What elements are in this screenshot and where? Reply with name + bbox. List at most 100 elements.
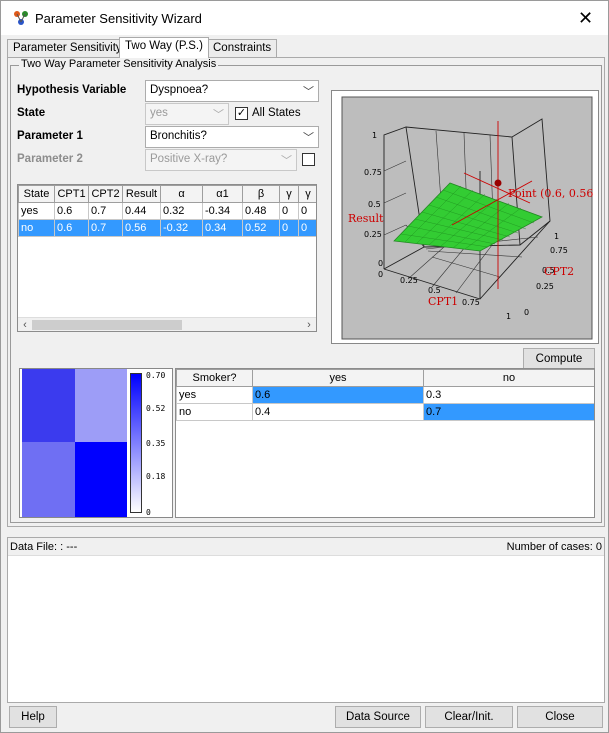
table-row-selected[interactable]: no 0.6 0.7 0.56 -0.32 0.34 0.52 0 0 [18,219,316,237]
table-cell[interactable]: 0.34 [202,219,243,237]
table-cell[interactable]: 0 [279,202,299,220]
chevron-down-icon: ﹀ [303,132,314,144]
column-header[interactable]: β [242,185,280,203]
table-row[interactable]: yes 0.6 0.7 0.44 0.32 -0.34 0.48 0 0 [18,202,316,220]
scroll-thumb[interactable] [32,320,182,330]
tab-constraints[interactable]: Constraints [207,39,278,57]
table-cell[interactable]: 0 [279,219,299,237]
scale-tick: 0.70 [146,371,165,380]
z-tick: 0.5 [368,200,381,209]
parameter2-label: Parameter 2 [17,153,83,165]
column-header[interactable]: CPT2 [88,185,123,203]
hypothesis-select[interactable]: Dyspnoea? ﹀ [145,80,319,102]
chevron-down-icon: ﹀ [303,86,314,98]
z-tick: 0.25 [364,230,382,239]
data-file-panel: Data File: : --- Number of cases: 0 [7,537,605,703]
table-cell[interactable]: 0.44 [122,202,161,220]
table-cell[interactable]: 0.4 [252,403,424,421]
hypothesis-label: Hypothesis Variable [17,84,127,96]
heatmap-cell [22,369,75,442]
horizontal-scrollbar[interactable]: ‹ › [18,317,316,331]
column-header[interactable]: Smoker? [176,369,253,387]
column-header[interactable]: γ [298,185,316,203]
scroll-left-icon[interactable]: ‹ [18,318,32,331]
table-row[interactable]: no 0.4 0.7 [176,403,594,421]
state-label: State [17,107,46,119]
tab-two-way[interactable]: Two Way (P.S.) [119,37,209,58]
scale-tick: 0 [146,508,151,517]
group-title: Two Way Parameter Sensitivity Analysis [19,58,219,70]
all-states-label: All States [252,107,301,119]
table-cell[interactable]: 0.7 [88,202,123,220]
close-icon[interactable]: ✕ [563,1,608,35]
clear-init-button[interactable]: Clear/Init. [425,706,513,728]
table-cell[interactable]: 0.6 [54,202,89,220]
row-header: yes [176,386,253,404]
x-tick: 0.75 [462,298,480,307]
column-header[interactable]: Result [122,185,161,203]
z-tick: 0.75 [364,168,382,177]
scale-tick: 0.52 [146,404,165,413]
data-source-button[interactable]: Data Source [335,706,421,728]
app-icon [14,11,28,25]
z-tick: 0 [378,259,383,268]
analysis-group: Two Way Parameter Sensitivity Analysis H… [10,58,602,523]
surface-plot-svg: 1 0.75 0.5 0.25 0 0 0.25 0.5 0.75 1 0 0.… [341,96,593,340]
all-states-checkbox[interactable]: ✓ [235,107,248,120]
selected-point-marker [494,179,502,187]
compute-button[interactable]: Compute [523,348,595,370]
cpt-heatmap: 0.70 0.52 0.35 0.18 0 [19,368,173,518]
table-cell[interactable]: 0.32 [160,202,203,220]
title-bar: Parameter Sensitivity Wizard ✕ [1,1,608,35]
parameter2-select[interactable]: Positive X-ray? ﹀ [145,149,297,171]
heatmap-cell [75,442,127,517]
table-cell[interactable]: no [18,219,55,237]
x-tick: 0.25 [400,276,418,285]
x-axis-label: CPT1 [428,295,458,308]
y-tick: 0.75 [550,246,568,255]
x-tick: 0.5 [428,286,441,295]
z-axis-label: Result [348,212,384,225]
parameter2-checkbox[interactable] [302,153,315,166]
table-row[interactable]: yes 0.6 0.3 [176,386,594,404]
table-cell[interactable]: 0.6 [54,219,89,237]
color-scale-bar [130,373,142,513]
results-header-row: State CPT1 CPT2 Result α α1 β γ γ [18,185,316,203]
cases-count-label: Number of cases: 0 [506,541,602,553]
x-tick: 0 [378,270,383,279]
wizard-window: Parameter Sensitivity Wizard ✕ Parameter… [0,0,609,733]
column-header[interactable]: CPT1 [54,185,89,203]
parameter1-select[interactable]: Bronchitis? ﹀ [145,126,319,148]
column-header[interactable]: yes [252,369,424,387]
table-cell[interactable]: 0 [298,202,316,220]
hypothesis-value: Dyspnoea? [150,84,209,96]
column-header[interactable]: α [160,185,203,203]
state-select[interactable]: yes ﹀ [145,103,229,125]
table-cell[interactable]: yes [18,202,55,220]
chevron-down-icon: ﹀ [281,155,292,167]
table-cell[interactable]: 0 [298,219,316,237]
help-button[interactable]: Help [9,706,57,728]
chevron-down-icon: ﹀ [213,109,224,121]
table-cell[interactable]: -0.32 [160,219,203,237]
table-cell[interactable]: -0.34 [202,202,243,220]
table-cell[interactable]: 0.48 [242,202,280,220]
table-cell[interactable]: 0.56 [122,219,161,237]
column-header[interactable]: State [18,185,55,203]
column-header[interactable]: γ [279,185,299,203]
surface-plot[interactable]: 1 0.75 0.5 0.25 0 0 0.25 0.5 0.75 1 0 0.… [331,90,599,344]
close-button[interactable]: Close [517,706,603,728]
table-cell[interactable]: 0.7 [423,403,594,421]
scale-tick: 0.18 [146,472,165,481]
scroll-right-icon[interactable]: › [302,318,316,331]
table-cell[interactable]: 0.3 [423,386,594,404]
table-cell[interactable]: 0.52 [242,219,280,237]
table-cell[interactable]: 0.6 [252,386,424,404]
x-tick: 1 [506,312,511,321]
table-cell[interactable]: 0.7 [88,219,123,237]
scale-tick: 0.35 [146,439,165,448]
column-header[interactable]: α1 [202,185,243,203]
parameter1-label: Parameter 1 [17,130,83,142]
column-header[interactable]: no [423,369,594,387]
tab-parameter-sensitivity[interactable]: Parameter Sensitivity [7,39,128,57]
